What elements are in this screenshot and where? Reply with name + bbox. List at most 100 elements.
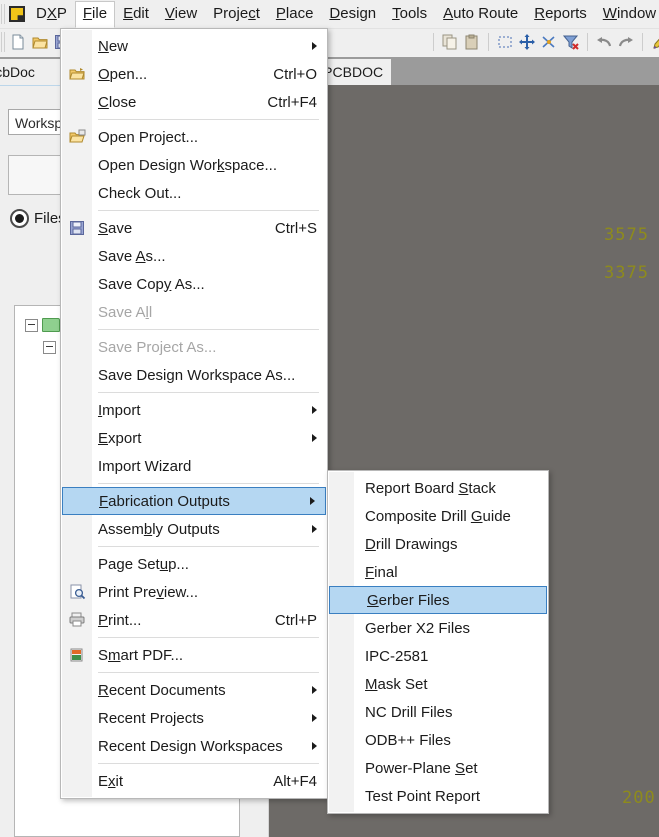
canvas-coordinate-2: 3375 [604, 263, 649, 283]
menu-item-label: Import [98, 401, 141, 419]
submenu-item-power-plane-set[interactable]: Power-Plane Set [328, 754, 548, 782]
menu-file[interactable]: File [74, 0, 116, 28]
menu-item-assembly-outputs[interactable]: Assembly Outputs [61, 515, 327, 543]
menu-item-label: New [98, 37, 129, 55]
menu-bar: DXP File Edit View Project Place Design … [0, 0, 659, 29]
clear-filter-icon[interactable] [560, 31, 582, 53]
submenu-item-final[interactable]: Final [328, 558, 548, 586]
submenu-item-gerber-x2-files[interactable]: Gerber X2 Files [328, 614, 548, 642]
menu-item-close[interactable]: Close Ctrl+F4 [61, 88, 327, 116]
expander-icon[interactable] [43, 340, 56, 354]
menu-item-accelerator: Ctrl+P [274, 611, 317, 629]
menu-item-import-wizard[interactable]: Import Wizard [61, 452, 327, 480]
menu-item-page-setup[interactable]: Page Setup... [61, 550, 327, 578]
menu-place[interactable]: Place [268, 1, 322, 28]
new-document-icon[interactable] [7, 31, 29, 53]
menu-separator [98, 672, 319, 673]
toolbar-separator [642, 33, 643, 51]
submenu-item-ipc-2581[interactable]: IPC-2581 [328, 642, 548, 670]
menu-view[interactable]: View [157, 1, 205, 28]
expander-icon[interactable] [25, 318, 38, 332]
tree-row[interactable] [25, 318, 60, 332]
menu-reports[interactable]: Reports [526, 1, 595, 28]
menu-tools[interactable]: Tools [384, 1, 435, 28]
menu-item-save-as[interactable]: Save As... [61, 242, 327, 270]
submenu-item-mask-set[interactable]: Mask Set [328, 670, 548, 698]
menu-item-exit[interactable]: Exit Alt+F4 [61, 767, 327, 795]
cross-probe-icon[interactable] [538, 31, 560, 53]
menu-item-label: Print... [98, 611, 142, 629]
menu-item-new[interactable]: New [61, 32, 327, 60]
pdf-icon [69, 647, 86, 663]
undo-icon[interactable] [593, 31, 615, 53]
menu-project[interactable]: Project [205, 1, 268, 28]
menu-design[interactable]: Design [321, 1, 384, 28]
menu-item-label: Open... [98, 65, 148, 83]
submenu-item-report-board-stack[interactable]: Report Board Stack [328, 474, 548, 502]
menu-window[interactable]: Window [595, 1, 659, 28]
submenu-item-composite-drill-guide[interactable]: Composite Drill Guide [328, 502, 548, 530]
menu-edit[interactable]: Edit [115, 1, 157, 28]
menu-item-open-project[interactable]: Open Project... [61, 123, 327, 151]
menu-item-label: ODB++ Files [365, 731, 451, 749]
copy-icon[interactable] [439, 31, 461, 53]
menu-item-recent-documents[interactable]: Recent Documents [61, 676, 327, 704]
menu-item-open[interactable]: Open... Ctrl+O [61, 60, 327, 88]
menu-item-smart-pdf[interactable]: Smart PDF... [61, 641, 327, 669]
submenu-item-nc-drill-files[interactable]: NC Drill Files [328, 698, 548, 726]
open-folder-icon [69, 66, 86, 82]
menu-auto-route[interactable]: Auto Route [435, 1, 526, 28]
submenu-item-test-point-report[interactable]: Test Point Report [328, 782, 548, 810]
menu-item-label: Page Setup... [98, 555, 189, 573]
submenu-item-odbpp-files[interactable]: ODB++ Files [328, 726, 548, 754]
menu-item-label: Check Out... [98, 184, 182, 202]
menu-item-label: NC Drill Files [365, 703, 453, 721]
menu-item-recent-projects[interactable]: Recent Projects [61, 704, 327, 732]
select-area-icon[interactable] [494, 31, 516, 53]
menu-item-import[interactable]: Import [61, 396, 327, 424]
paste-icon[interactable] [461, 31, 483, 53]
chevron-right-icon [312, 525, 317, 533]
open-folder-icon[interactable] [29, 31, 51, 53]
menu-item-label: Power-Plane Set [365, 759, 478, 777]
chevron-right-icon [312, 406, 317, 414]
menu-item-print-preview[interactable]: Print Preview... [61, 578, 327, 606]
open-project-icon [69, 129, 86, 145]
chevron-right-icon [312, 434, 317, 442]
submenu-item-gerber-files[interactable]: Gerber Files [329, 586, 547, 614]
altium-designer-window: 3575 3375 200 Projects Workspace1.DsnWrk… [0, 0, 659, 837]
chevron-right-icon [312, 714, 317, 722]
folder-icon [42, 318, 60, 332]
menu-item-label: Save As... [98, 247, 166, 265]
menu-separator [98, 763, 319, 764]
menu-item-fabrication-outputs[interactable]: Fabrication Outputs [62, 487, 326, 515]
menu-item-check-out[interactable]: Check Out... [61, 179, 327, 207]
menu-item-open-design-workspace[interactable]: Open Design Workspace... [61, 151, 327, 179]
move-icon[interactable] [516, 31, 538, 53]
redo-icon[interactable] [615, 31, 637, 53]
menu-item-recent-design-workspaces[interactable]: Recent Design Workspaces [61, 732, 327, 760]
menu-item-label: Final [365, 563, 398, 581]
menu-item-save-design-workspace-as[interactable]: Save Design Workspace As... [61, 361, 327, 389]
menubar-grip[interactable] [1, 4, 7, 24]
menu-item-print[interactable]: Print... Ctrl+P [61, 606, 327, 634]
menu-item-label: Open Project... [98, 128, 199, 146]
canvas-coordinate-3: 200 [622, 788, 656, 808]
menu-item-label: Mask Set [365, 675, 428, 693]
tab-label: .PcbDoc [0, 64, 35, 80]
chevron-right-icon [310, 497, 315, 505]
submenu-item-drill-drawings[interactable]: Drill Drawings [328, 530, 548, 558]
menu-item-save[interactable]: Save Ctrl+S [61, 214, 327, 242]
highlight-icon[interactable] [648, 31, 659, 53]
menu-item-label: Report Board Stack [365, 479, 496, 497]
menu-item-accelerator: Ctrl+O [273, 65, 317, 83]
menu-dxp[interactable]: DXP [28, 1, 75, 28]
menu-item-label: Save Copy As... [98, 275, 205, 293]
files-radio-button[interactable] [10, 209, 29, 228]
menu-item-label: Smart PDF... [98, 646, 184, 664]
files-radio-row[interactable]: Files [10, 209, 66, 228]
menu-item-save-project-as: Save Project As... [61, 333, 327, 361]
menu-item-export[interactable]: Export [61, 424, 327, 452]
menu-item-save-copy-as[interactable]: Save Copy As... [61, 270, 327, 298]
menu-item-accelerator: Ctrl+F4 [267, 93, 317, 111]
